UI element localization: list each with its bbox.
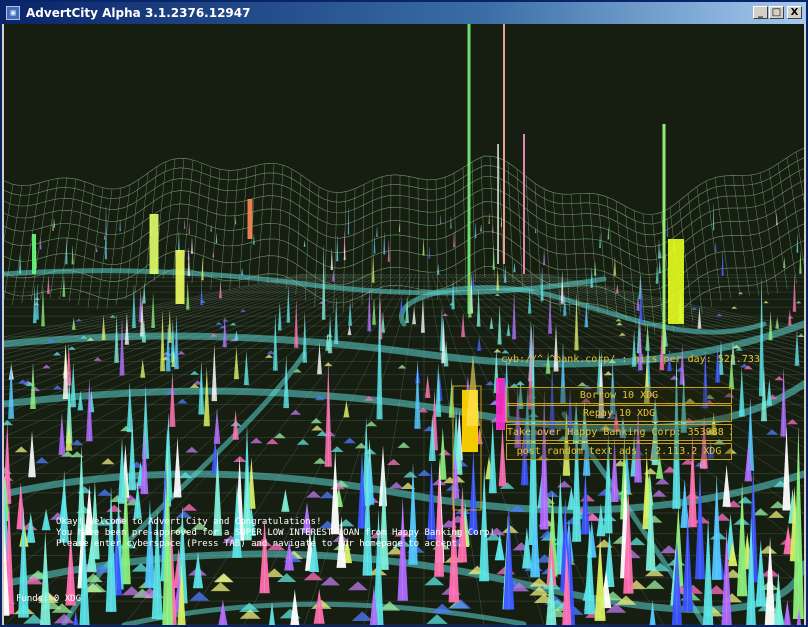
message-line: Please enter cyberspace (Press TAB) and … — [56, 539, 463, 549]
borrow-button[interactable]: Borrow 10 XDG — [506, 387, 732, 404]
tall-beam — [247, 199, 253, 239]
app-window-icon[interactable]: ▣ — [6, 6, 20, 20]
takeover-button[interactable]: Take over Happy Banking Corp: 353988 XDG — [506, 424, 732, 441]
minimize-button[interactable]: _ — [753, 6, 768, 19]
tall-beam — [668, 239, 684, 324]
post-ads-button[interactable]: post random text ads : 2.113.2 XDG — [506, 443, 732, 460]
welcome-message: Okay! Welcome to Advert City and Congrat… — [56, 517, 495, 550]
title-bar[interactable]: ▣ AdvertCity Alpha 3.1.2376.12947 _ □ X — [2, 2, 806, 24]
tall-beam — [467, 24, 471, 314]
message-line: Okay! Welcome to Advert City and Congrat… — [56, 517, 322, 527]
site-address-readout: cyb://^_^bank.corp/ : hits per day: 522.… — [501, 354, 760, 365]
tall-beam — [523, 134, 525, 274]
tall-beam — [662, 124, 666, 354]
tall-beam — [175, 250, 185, 304]
maximize-button[interactable]: □ — [769, 6, 784, 19]
message-line: You have been pre-approved for a SUPER L… — [56, 528, 495, 538]
app-window: ▣ AdvertCity Alpha 3.1.2376.12947 _ □ X … — [0, 0, 808, 627]
repay-button[interactable]: Repay 10 XDG — [506, 405, 732, 422]
window-title: AdvertCity Alpha 3.1.2376.12947 — [26, 6, 251, 20]
game-viewport[interactable]: cyb://^_^bank.corp/ : hits per day: 522.… — [4, 24, 804, 625]
close-button[interactable]: X — [787, 6, 802, 19]
tall-beam — [149, 214, 159, 274]
tall-beam — [497, 144, 499, 264]
tall-beam — [32, 234, 36, 274]
bank-side-tower — [496, 378, 505, 430]
tall-beam — [503, 24, 505, 264]
funds-readout: Funds: 0 XDG — [16, 594, 82, 604]
